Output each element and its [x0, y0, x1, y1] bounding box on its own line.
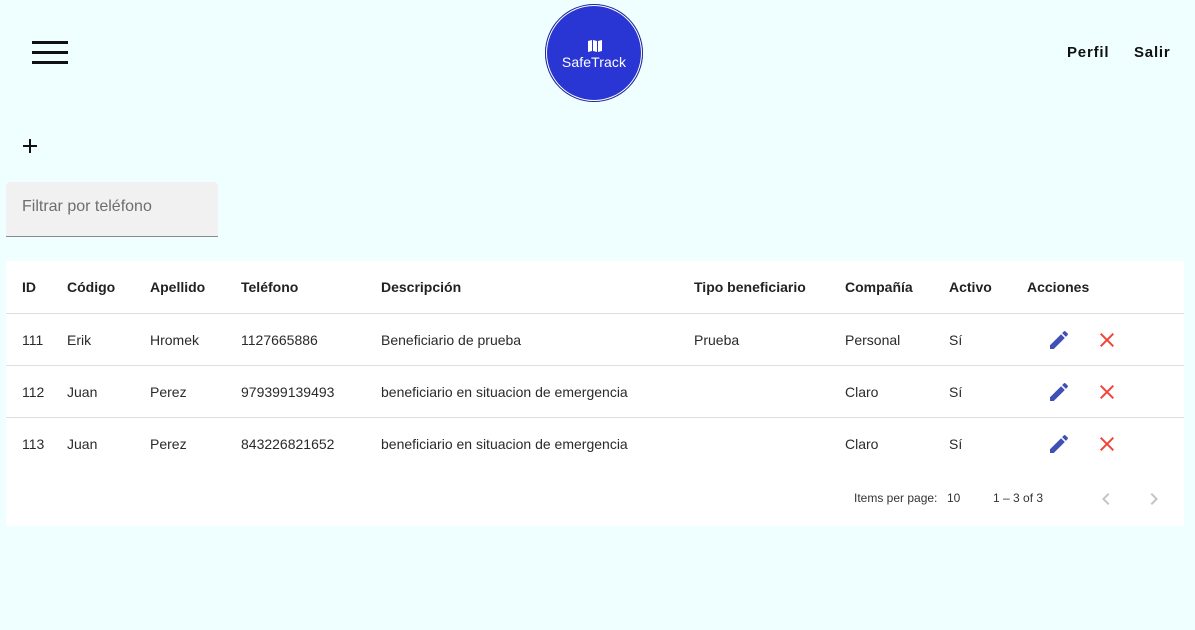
cell-active: Sí — [949, 365, 1027, 418]
top-toolbar: SafeTrack Perfil Salir — [0, 0, 1195, 106]
edit-icon[interactable] — [1047, 328, 1071, 352]
column-header-lastname[interactable]: Apellido — [150, 261, 241, 314]
hamburger-icon-bar — [32, 51, 68, 54]
cell-company: Claro — [845, 435, 879, 452]
cell-actions — [1027, 313, 1184, 366]
beneficiaries-table: ID Código Apellido Teléfono Descripción … — [6, 261, 1184, 469]
cell-company: Claro — [845, 365, 949, 418]
cell-description: beneficiario en situacion de emergencia — [381, 365, 694, 418]
hamburger-icon — [32, 41, 68, 44]
cell-id: 112 — [6, 365, 67, 418]
column-header-phone[interactable]: Teléfono — [241, 261, 381, 314]
chevron-right-icon[interactable] — [1142, 487, 1166, 511]
cell-description: Beneficiario de prueba — [381, 313, 694, 366]
column-header-company[interactable]: Compañía — [845, 261, 949, 314]
cell-lastname: Perez — [150, 365, 241, 418]
column-header-description[interactable]: Descripción — [381, 261, 694, 314]
phone-filter-input[interactable] — [22, 198, 208, 216]
edit-icon[interactable] — [1047, 380, 1071, 404]
table-row: 111 Erik Hromek 1127665886 Beneficiario … — [6, 313, 1184, 366]
page-range-label: 1 – 3 of 3 — [993, 491, 1044, 505]
delete-icon[interactable] — [1095, 328, 1119, 352]
cell-phone: 843226821652 — [241, 435, 335, 452]
nav-link-profile[interactable]: Perfil — [1067, 44, 1109, 61]
cell-description: beneficiario en situacion de emergencia — [381, 435, 628, 452]
cell-active: Sí — [949, 435, 963, 452]
edit-icon[interactable] — [1047, 432, 1071, 456]
cell-code: Juan — [67, 435, 98, 452]
items-per-page-label: Items per page: — [854, 491, 938, 505]
cell-id: 113 — [22, 435, 45, 452]
page-size-select[interactable]: 10 — [947, 491, 960, 505]
cell-active: Sí — [949, 313, 1027, 366]
logo-text: SafeTrack — [561, 54, 627, 70]
table-row: 112 Juan Perez 979399139493 beneficiario… — [6, 365, 1184, 418]
beneficiaries-table-card: ID Código Apellido Teléfono Descripción … — [6, 261, 1184, 526]
delete-icon[interactable] — [1095, 432, 1119, 456]
cell-beneficiary-type — [694, 418, 845, 470]
cell-lastname: Hromek — [150, 313, 241, 366]
add-beneficiary-button[interactable] — [18, 134, 42, 158]
column-header-beneficiary-type[interactable]: Tipo beneficiario — [694, 261, 845, 314]
cell-phone: 979399139493 — [241, 365, 381, 418]
phone-filter-field[interactable] — [6, 182, 218, 237]
cell-company: Personal — [845, 313, 949, 366]
nav-link-logout[interactable]: Salir — [1134, 44, 1171, 61]
column-header-code[interactable]: Código — [67, 261, 150, 314]
cell-id: 111 — [6, 313, 67, 366]
delete-icon[interactable] — [1095, 380, 1119, 404]
chevron-left-icon[interactable] — [1094, 487, 1118, 511]
cell-code: Erik — [67, 313, 150, 366]
app-logo[interactable]: SafeTrack — [545, 4, 643, 102]
column-header-active[interactable]: Activo — [949, 261, 1027, 314]
cell-lastname: Perez — [150, 435, 187, 452]
table-header-row: ID Código Apellido Teléfono Descripción … — [6, 261, 1184, 314]
table-row: 113 Juan Perez 843226821652 beneficiario… — [6, 418, 1184, 470]
hamburger-icon-bar — [32, 61, 68, 64]
column-header-actions: Acciones — [1027, 261, 1184, 314]
cell-phone: 1127665886 — [241, 313, 381, 366]
cell-beneficiary-type: Prueba — [694, 313, 845, 366]
paginator: Items per page: 10 1 – 3 of 3 — [6, 469, 1184, 525]
cell-code: Juan — [67, 365, 150, 418]
menu-button[interactable] — [28, 38, 72, 68]
cell-beneficiary-type — [694, 365, 845, 418]
cell-actions — [1027, 365, 1184, 418]
column-header-id[interactable]: ID — [6, 261, 67, 314]
map-icon — [588, 40, 602, 52]
cell-actions — [1027, 418, 1184, 470]
